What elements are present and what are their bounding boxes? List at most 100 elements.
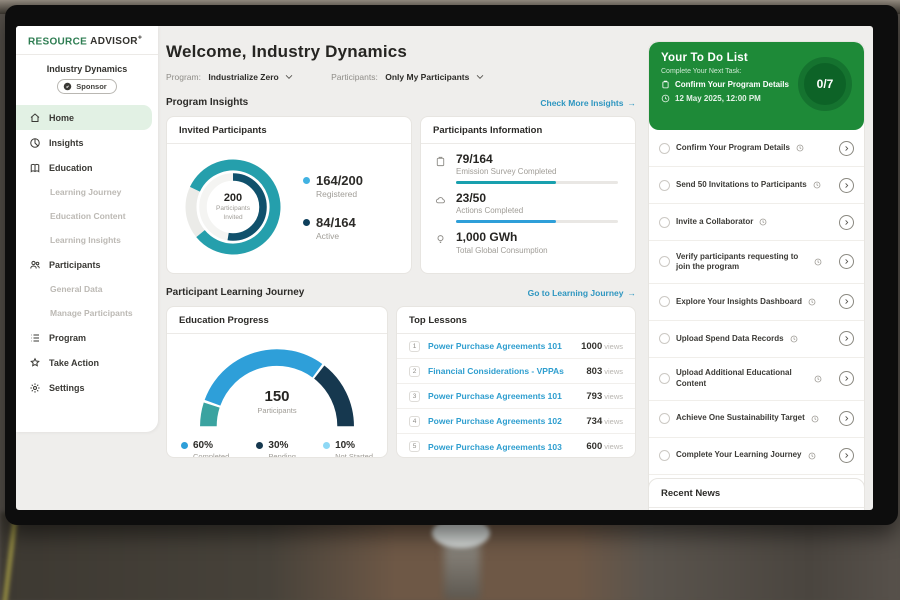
sidebar-item-label: Education Content [50, 211, 126, 221]
sidebar-item-education[interactable]: Education [16, 155, 152, 180]
star-icon [29, 357, 41, 369]
lesson-link[interactable]: Financial Considerations - VPPAs [428, 366, 586, 376]
task-checkbox[interactable] [659, 413, 670, 424]
chevron-right-icon[interactable] [839, 254, 854, 269]
sidebar-item-home[interactable]: Home [16, 105, 152, 130]
todo-task[interactable]: Invite a Collaborator [649, 204, 864, 241]
clock-icon [796, 144, 804, 152]
todo-task[interactable]: Achieve One Sustainability Target [649, 401, 864, 438]
sidebar-item-insights[interactable]: Insights [16, 130, 152, 155]
clipboard-icon [661, 80, 670, 89]
arrow-right-icon: → [628, 288, 637, 298]
donut-center-label: Participants Invited [207, 205, 259, 221]
organization-block: Industry Dynamics Sponsor [16, 55, 158, 98]
go-to-learning-journey-link[interactable]: Go to Learning Journey→ [528, 288, 636, 298]
legend-dot [256, 442, 263, 449]
sidebar-item-label: Program [49, 333, 86, 343]
sidebar-item-label: Participants [49, 260, 101, 270]
clock-icon [814, 258, 822, 266]
sidebar-item-education-content[interactable]: Education Content [16, 204, 152, 228]
task-checkbox[interactable] [659, 373, 670, 384]
sidebar-item-learning-journey[interactable]: Learning Journey [16, 180, 152, 204]
monitor-bezel: RESOURCE ADVISOR+ Industry Dynamics Spon… [5, 5, 898, 525]
sidebar-item-participants[interactable]: Participants [16, 252, 152, 277]
task-checkbox[interactable] [659, 256, 670, 267]
task-checkbox[interactable] [659, 143, 670, 154]
chevron-right-icon[interactable] [839, 294, 854, 309]
sidebar-item-manage-participants[interactable]: Manage Participants [16, 301, 152, 325]
lesson-rank: 4 [409, 416, 420, 427]
chevron-right-icon[interactable] [839, 448, 854, 463]
brand-logo: RESOURCE ADVISOR+ [16, 26, 158, 55]
sidebar-item-label: Insights [49, 138, 84, 148]
todo-task[interactable]: Send 50 Invitations to Participants [649, 167, 864, 204]
todo-progress-value: 0/7 [817, 77, 834, 91]
journey-cards-row: Education Progress 150 Participants [166, 306, 636, 458]
todo-task[interactable]: Upload Additional Educational Content [649, 358, 864, 401]
task-checkbox[interactable] [659, 450, 670, 461]
task-label: Upload Spend Data Records [676, 334, 784, 344]
lesson-rank: 1 [409, 341, 420, 352]
chevron-right-icon[interactable] [839, 215, 854, 230]
clock-icon [661, 94, 670, 103]
program-filter[interactable]: Program: Industrialize Zero [166, 72, 293, 82]
chevron-right-icon[interactable] [839, 371, 854, 386]
legend-dot [323, 442, 330, 449]
stat-label: Total Global Consumption [456, 246, 548, 255]
task-checkbox[interactable] [659, 217, 670, 228]
todo-task[interactable]: Explore Your Insights Dashboard [649, 284, 864, 321]
chevron-right-icon[interactable] [839, 411, 854, 426]
learning-journey-header: Participant Learning Journey Go to Learn… [166, 287, 636, 298]
chevron-down-icon[interactable] [476, 74, 484, 80]
brand-primary: RESOURCE [28, 36, 87, 47]
sidebar-item-settings[interactable]: Settings [16, 375, 152, 400]
sidebar-item-label: Manage Participants [50, 308, 133, 318]
education-gauge-chart: 150 Participants [182, 336, 372, 436]
todo-title: Your To Do List [661, 52, 789, 64]
sidebar-item-take-action[interactable]: Take Action [16, 350, 152, 375]
chevron-right-icon[interactable] [839, 141, 854, 156]
chevron-right-icon[interactable] [839, 331, 854, 346]
lesson-link[interactable]: Power Purchase Agreements 101 [428, 391, 586, 401]
lesson-link[interactable]: Power Purchase Agreements 103 [428, 442, 586, 452]
task-checkbox[interactable] [659, 180, 670, 191]
chevron-down-icon[interactable] [285, 74, 293, 80]
task-checkbox[interactable] [659, 296, 670, 307]
clipboard-icon [435, 153, 448, 184]
main-content: Welcome, Industry Dynamics Program: Indu… [166, 26, 636, 458]
recent-news-card: Recent News [648, 478, 865, 510]
sidebar-item-label: Learning Journey [50, 187, 121, 197]
sidebar-item-learning-insights[interactable]: Learning Insights [16, 228, 152, 252]
task-checkbox[interactable] [659, 333, 670, 344]
todo-task[interactable]: Confirm Your Program Details [649, 130, 864, 167]
lesson-row: 3 Power Purchase Agreements 101 793views [397, 384, 635, 409]
check-more-insights-link[interactable]: Check More Insights→ [540, 98, 636, 108]
chevron-right-icon[interactable] [839, 178, 854, 193]
sidebar-item-general-data[interactable]: General Data [16, 277, 152, 301]
sidebar-item-label: Education [49, 163, 93, 173]
todo-task-list: Confirm Your Program Details Send 50 Inv… [649, 130, 864, 475]
lesson-link[interactable]: Power Purchase Agreements 102 [428, 416, 586, 426]
todo-task[interactable]: Verify participants requesting to join t… [649, 241, 864, 284]
legend-dot [303, 177, 310, 184]
todo-task[interactable]: Complete Your Learning Journey [649, 438, 864, 475]
todo-progress-ring: 0/7 [798, 57, 852, 111]
todo-task[interactable]: Upload Spend Data Records [649, 321, 864, 358]
stat-value: 23/50 [456, 192, 618, 205]
legend-item-pending: 30% Pending [256, 440, 296, 458]
lesson-row: 2 Financial Considerations - VPPAs 803vi… [397, 359, 635, 384]
stat-label: Actions Completed [456, 206, 618, 215]
task-label: Explore Your Insights Dashboard [676, 297, 802, 307]
lesson-row: 5 Power Purchase Agreements 103 600views [397, 434, 635, 458]
participants-filter[interactable]: Participants: Only My Participants [331, 72, 484, 82]
legend-item-completed: 60% Completed [181, 440, 229, 458]
sponsor-badge[interactable]: Sponsor [57, 79, 116, 94]
stat-value: 1,000 GWh [456, 231, 548, 244]
card-title: Top Lessons [397, 307, 635, 334]
section-title: Participant Learning Journey [166, 287, 304, 298]
lesson-link[interactable]: Power Purchase Agreements 101 [428, 341, 581, 351]
invited-participants-card: Invited Participants 200 Partic [166, 116, 412, 274]
task-label: Confirm Your Program Details [676, 143, 790, 153]
insights-cards-row: Invited Participants 200 Partic [166, 116, 636, 274]
sidebar-item-program[interactable]: Program [16, 325, 152, 350]
